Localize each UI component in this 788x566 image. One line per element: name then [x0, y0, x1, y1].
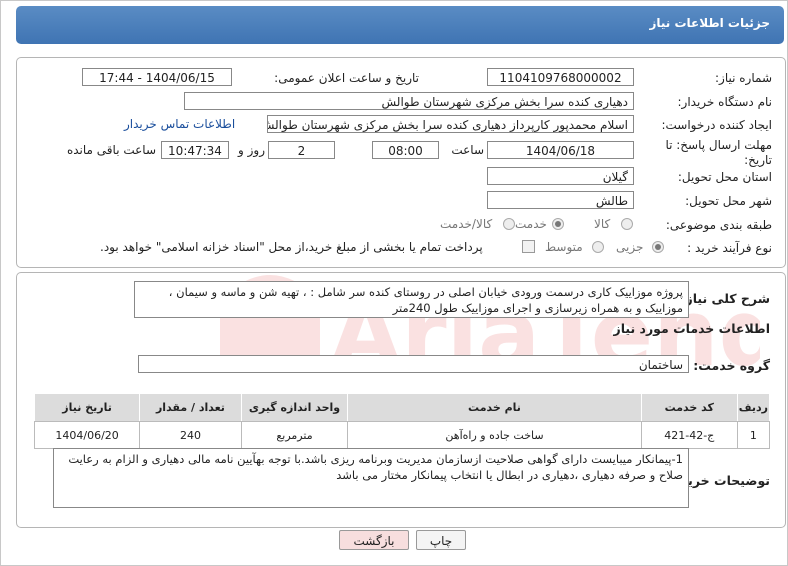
- city-label: شهر محل تحویل:: [685, 194, 772, 208]
- service-group-field: ساختمان: [138, 355, 689, 373]
- deadline-time-label: ساعت: [451, 143, 484, 157]
- page-title: جزئیات اطلاعات نیاز: [649, 16, 770, 30]
- category-radio-goods[interactable]: [621, 218, 633, 230]
- print-button[interactable]: چاپ: [416, 530, 466, 550]
- process-radio-medium[interactable]: [592, 241, 604, 253]
- announce-datetime-field: 1404/06/15 - 17:44: [82, 68, 232, 86]
- category-option-service: خدمت: [515, 217, 547, 231]
- province-field: گیلان: [487, 167, 634, 185]
- cell-unit: مترمربع: [240, 421, 349, 449]
- category-option-goods-service: کالا/خدمت: [440, 217, 493, 231]
- remaining-time-field: 10:47:34: [161, 141, 229, 159]
- buyer-org-label: نام دستگاه خریدار:: [677, 95, 773, 109]
- service-group-label: گروه خدمت:: [693, 358, 770, 373]
- cell-service-name: ساخت جاده و راه‌آهن: [347, 421, 642, 449]
- col-service-code: کد خدمت: [640, 393, 738, 422]
- cell-service-code: ج-42-421: [640, 421, 738, 449]
- buyer-contact-link[interactable]: اطلاعات تماس خریدار: [124, 117, 235, 131]
- cell-row: 1: [736, 421, 771, 449]
- treasury-payment-checkbox[interactable]: [522, 240, 535, 253]
- treasury-payment-note: پرداخت تمام یا بخشی از مبلغ خرید،از محل …: [100, 240, 483, 254]
- category-radio-goods-service[interactable]: [503, 218, 515, 230]
- col-service-name: نام خدمت: [347, 393, 642, 422]
- remaining-time-label: ساعت باقی مانده: [66, 143, 156, 157]
- need-description-textarea[interactable]: پروژه موزاییک کاری درسمت ورودی خیابان اص…: [134, 281, 689, 318]
- announce-datetime-label: تاریخ و ساعت اعلان عمومی:: [274, 71, 419, 85]
- days-label: روز و: [238, 143, 265, 157]
- col-unit: واحد اندازه گیری: [240, 393, 349, 422]
- table-header-row: ردیف کد خدمت نام خدمت واحد اندازه گیری ت…: [33, 393, 771, 422]
- deadline-time-field: 08:00: [372, 141, 439, 159]
- province-label: استان محل تحویل:: [677, 170, 772, 184]
- city-field: طالش: [487, 191, 634, 209]
- deadline-label-1: مهلت ارسال پاسخ: تا: [665, 138, 772, 152]
- days-remaining-field: 2: [268, 141, 335, 159]
- buyer-notes-textarea[interactable]: 1-پیمانکار میبایست دارای گواهی صلاحیت از…: [53, 448, 689, 508]
- need-number-field: 1104109768000002: [487, 68, 634, 86]
- creator-label: ایجاد کننده درخواست:: [661, 118, 772, 132]
- page-header: جزئیات اطلاعات نیاز: [16, 6, 784, 44]
- category-option-goods: کالا: [594, 217, 611, 231]
- services-table: ردیف کد خدمت نام خدمت واحد اندازه گیری ت…: [33, 393, 771, 449]
- cell-quantity: 240: [139, 421, 242, 449]
- buyer-org-field: دهیاری کنده سرا بخش مرکزی شهرستان طوالش: [184, 92, 634, 110]
- deadline-date-field: 1404/06/18: [487, 141, 634, 159]
- process-option-minor: جزیی: [616, 240, 644, 254]
- services-section-title: اطلاعات خدمات مورد نیاز: [613, 321, 771, 336]
- need-number-label: شماره نیاز:: [715, 71, 772, 85]
- category-radio-service[interactable]: [552, 218, 564, 230]
- need-description-label: شرح کلی نیاز:: [680, 291, 770, 306]
- process-option-medium: متوسط: [545, 240, 583, 254]
- category-label: طبقه بندی موضوعی:: [665, 218, 772, 232]
- col-quantity: تعداد / مقدار: [139, 393, 242, 422]
- creator-field: اسلام محمدپور کارپرداز دهیاری کنده سرا ب…: [267, 115, 634, 133]
- col-row: ردیف: [736, 393, 771, 422]
- back-button[interactable]: بازگشت: [339, 530, 409, 550]
- col-need-date: تاریخ نیاز: [33, 393, 141, 422]
- table-row: 1 ج-42-421 ساخت جاده و راه‌آهن مترمربع 2…: [33, 421, 771, 449]
- cell-need-date: 1404/06/20: [33, 421, 141, 449]
- deadline-label-2: تاریخ:: [744, 153, 772, 167]
- process-radio-minor[interactable]: [652, 241, 664, 253]
